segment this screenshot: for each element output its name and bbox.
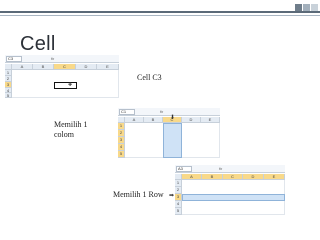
caption-cell: Cell C3	[137, 73, 162, 82]
caption-column-text: Memilih 1 colom	[54, 120, 88, 139]
slide-header-bar	[0, 0, 320, 19]
row-header-5[interactable]: 5	[175, 208, 182, 215]
selected-column-c[interactable]	[163, 123, 182, 158]
name-box[interactable]: C3	[6, 56, 22, 62]
caption-row: Memilih 1 Row	[113, 190, 164, 199]
spreadsheet-column-example: C1 fx A B C D E 1 2 3 4 5 ⬇	[118, 108, 220, 158]
name-box[interactable]: A3	[176, 166, 192, 172]
formula-bar: C1 fx	[118, 108, 220, 116]
header-square	[303, 4, 310, 11]
header-stripe	[0, 11, 320, 13]
row-header-3[interactable]: 3	[118, 137, 125, 144]
header-square	[295, 4, 302, 11]
row-header-5[interactable]: 5	[118, 151, 125, 158]
row-header-1[interactable]: 1	[175, 180, 182, 187]
formula-bar: C3 fx	[5, 55, 119, 63]
slide-title: Cell	[20, 33, 56, 55]
right-arrow-cursor-icon: ➡	[169, 193, 175, 199]
selected-row-3[interactable]	[182, 194, 285, 201]
row-header-3[interactable]: 3	[175, 194, 182, 201]
caption-column: Memilih 1 colom	[54, 120, 94, 140]
row-header-2[interactable]: 2	[175, 187, 182, 194]
row-header-4[interactable]: 4	[118, 144, 125, 151]
header-square	[311, 4, 318, 11]
fx-icon: fx	[219, 166, 223, 171]
row-header-1[interactable]: 1	[118, 123, 125, 130]
fx-icon: fx	[160, 109, 164, 114]
header-stripe-thin	[0, 15, 320, 16]
fx-icon: fx	[51, 56, 55, 61]
down-arrow-cursor-icon: ⬇	[170, 115, 176, 121]
row-header-2[interactable]: 2	[118, 130, 125, 137]
row-header-4[interactable]: 4	[175, 201, 182, 208]
active-cell-c3[interactable]	[54, 82, 77, 89]
spreadsheet-row-example: A3 fx A B C D E 1 2 3 4 5 ➡	[169, 165, 285, 215]
cross-cursor-icon: ✚	[68, 82, 73, 88]
name-box[interactable]: C1	[119, 109, 135, 115]
spreadsheet-cell-example: C3 fx A B C D E 1 2 3 4 5 ✚	[5, 55, 119, 98]
row-header-5[interactable]: 5	[5, 93, 12, 98]
header-squares	[295, 4, 318, 11]
formula-bar: A3 fx	[175, 165, 285, 173]
